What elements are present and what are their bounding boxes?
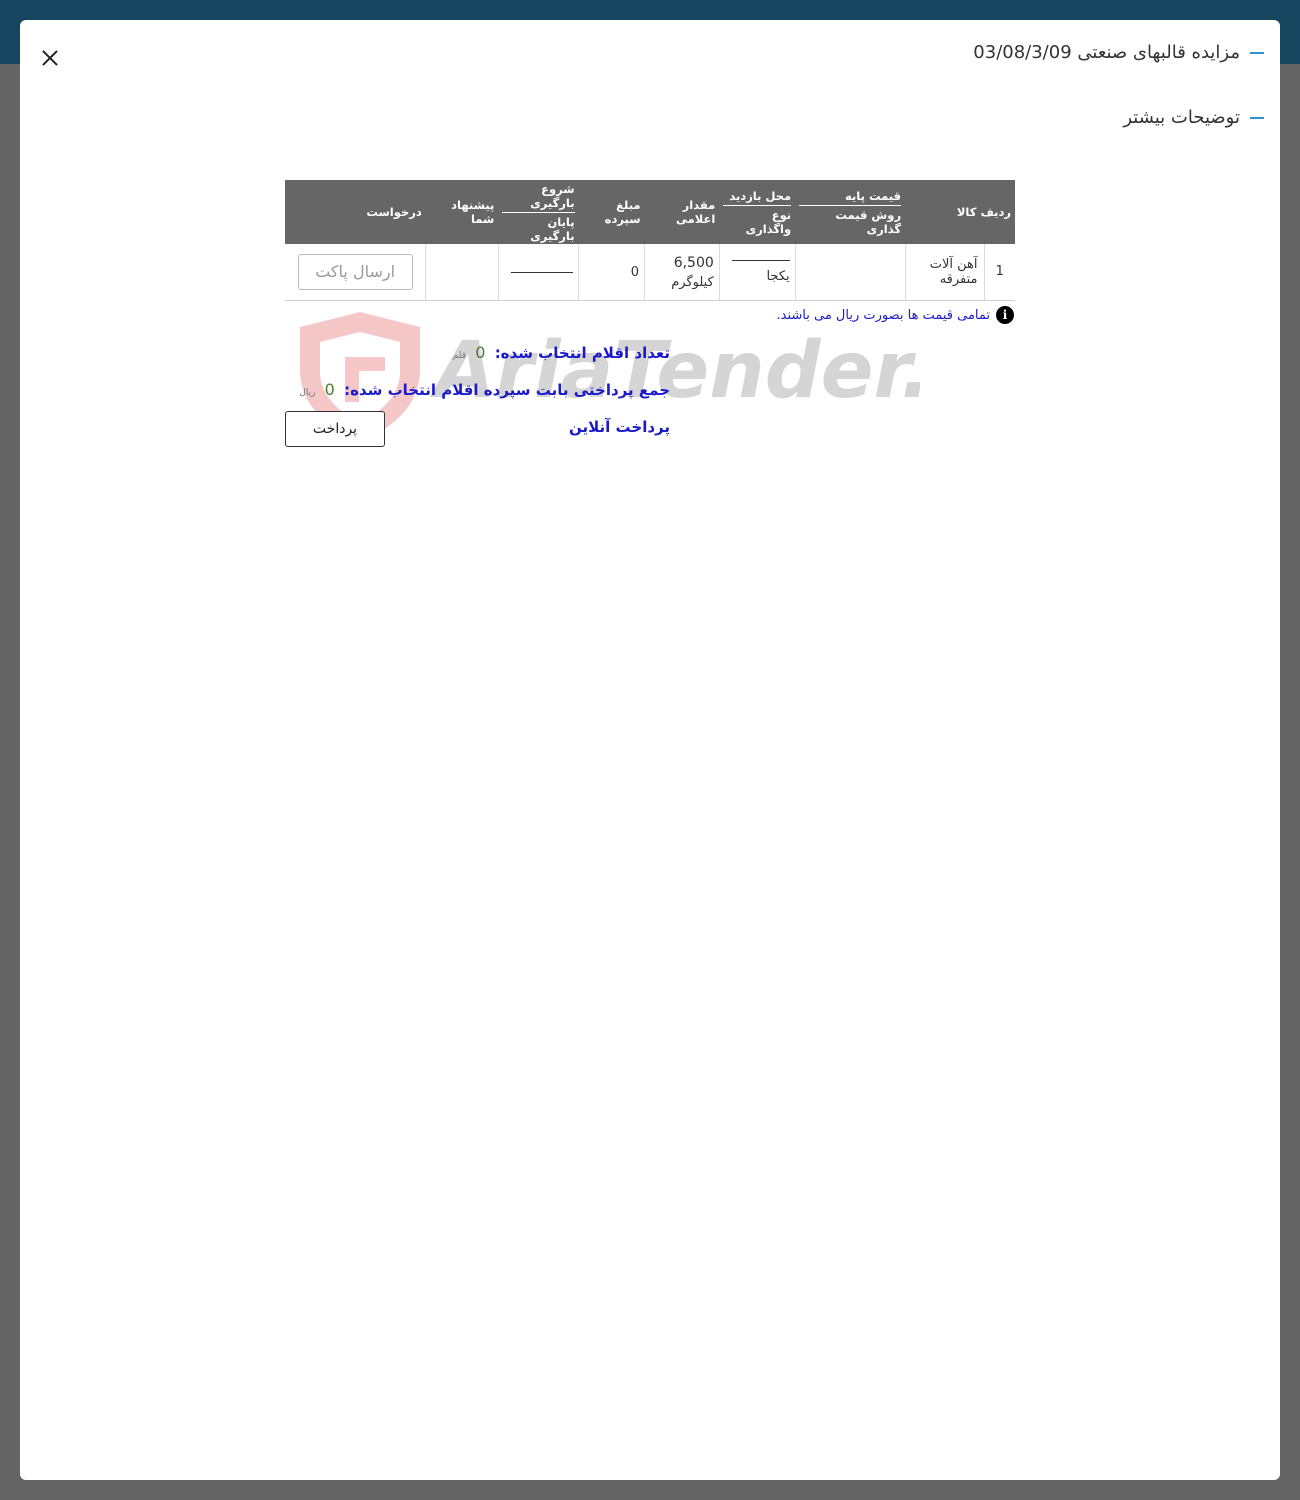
selected-count-value: 0: [475, 343, 486, 362]
details-modal: مزایده قالبهای صنعتی 03/08/3/09 توضیحات …: [20, 20, 1280, 1480]
item-name: آهن آلات متفرقه: [929, 257, 978, 287]
more-details-section[interactable]: توضیحات بیشتر: [1123, 107, 1264, 128]
currency-note-text: تمامی قیمت ها بصورت ریال می باشند.: [776, 307, 991, 323]
col-transfer-type-header: نوع واگذاری: [745, 207, 792, 236]
transfer-type: یکجا: [766, 269, 790, 284]
auction-title: مزایده قالبهای صنعتی 03/08/3/09: [973, 42, 1240, 63]
qty-unit: کیلوگرم: [671, 274, 714, 290]
selected-count: تعداد اقلام انتخاب شده: 0 قلم: [453, 343, 670, 362]
col-base-price-header: قیمت پایه: [799, 189, 902, 206]
table-row: 1 آهن آلات متفرقه یکجا 6,500 کیلوگرم 0 ا…: [285, 244, 1015, 301]
deposit-amount: 0: [578, 244, 645, 301]
col-deposit-header: مبلغ سپرده: [604, 198, 641, 226]
col-pricing-method-header: روش قیمت گذاری: [835, 207, 902, 236]
col-load-end-header: پایان بارگیری: [530, 214, 575, 243]
more-details-label: توضیحات بیشتر: [1123, 107, 1240, 128]
items-table: ردیف کالا قیمت پایه روش قیمت گذاری محل ب…: [285, 180, 1015, 301]
col-item-header: کالا: [956, 205, 977, 219]
deposit-total-value: 0: [324, 380, 335, 399]
selected-count-label: تعداد اقلام انتخاب شده:: [494, 344, 670, 362]
online-payment-label: پرداخت آنلاین: [568, 418, 670, 436]
row-number: 1: [983, 244, 1015, 300]
svg-text:AriaTender.neT: AriaTender.neT: [429, 326, 920, 416]
col-visit-location-header: محل بازدید: [723, 189, 792, 206]
send-envelope-button[interactable]: ارسال پاکت: [297, 254, 413, 290]
auction-title-section[interactable]: مزایده قالبهای صنعتی 03/08/3/09: [973, 42, 1264, 63]
selected-count-unit: قلم: [452, 351, 467, 361]
col-declared-qty-header: مقدار اعلامی: [675, 198, 716, 226]
table-header-row: ردیف کالا قیمت پایه روش قیمت گذاری محل ب…: [285, 180, 1015, 244]
visit-location-empty: [731, 260, 790, 261]
currency-note: i تمامی قیمت ها بصورت ریال می باشند.: [774, 306, 1014, 324]
declared-qty: 6,500: [673, 254, 714, 271]
info-icon: i: [996, 306, 1014, 324]
deposit-total: جمع پرداختی بابت سپرده اقلام انتخاب شده:…: [299, 380, 670, 399]
deposit-total-label: جمع پرداختی بابت سپرده اقلام انتخاب شده:: [344, 381, 670, 399]
col-load-start-header: شروع بارگیری: [502, 182, 575, 213]
collapse-dash-icon: [1250, 51, 1264, 54]
col-row-header: ردیف: [980, 205, 1011, 219]
deposit-total-unit: ریال: [299, 388, 316, 398]
your-offer-cell: [425, 244, 499, 301]
collapse-dash-icon: [1250, 116, 1264, 119]
load-dates-empty: [511, 271, 574, 273]
col-request-header: درخواست: [366, 205, 422, 219]
close-icon[interactable]: [40, 48, 60, 68]
pay-button[interactable]: پرداخت: [285, 411, 385, 447]
base-price-cell: [794, 244, 906, 301]
col-your-offer-header: پیشنهاد شما: [451, 198, 495, 226]
